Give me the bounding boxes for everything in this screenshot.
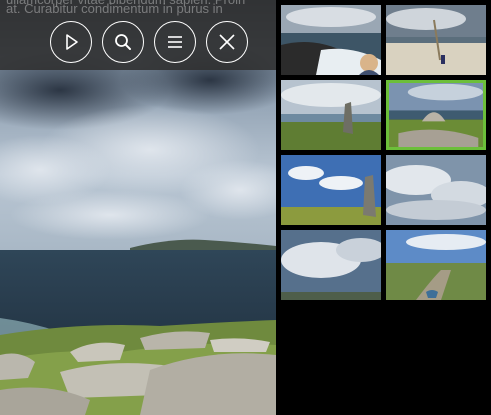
thumbnail-4[interactable] <box>386 80 486 150</box>
search-icon <box>115 34 131 50</box>
viewer-controls <box>50 21 248 65</box>
thumbnail-8[interactable] <box>386 230 486 300</box>
image-viewer: ullamcorper vitae bibendum sapien. Proin… <box>0 0 276 415</box>
search-button[interactable] <box>102 21 144 63</box>
play-icon <box>66 34 78 50</box>
menu-icon <box>168 36 182 48</box>
menu-button[interactable] <box>154 21 196 63</box>
thumbnail-3[interactable] <box>281 80 381 150</box>
close-icon <box>219 34 235 50</box>
close-button[interactable] <box>206 21 248 63</box>
thumbnail-7[interactable] <box>281 230 381 300</box>
thumbnail-strip <box>276 0 491 415</box>
thumbnail-5[interactable] <box>281 155 381 225</box>
thumbnail-2[interactable] <box>386 5 486 75</box>
play-button[interactable] <box>50 21 92 63</box>
thumbnail-1[interactable] <box>281 5 381 75</box>
thumbnail-6[interactable] <box>386 155 486 225</box>
